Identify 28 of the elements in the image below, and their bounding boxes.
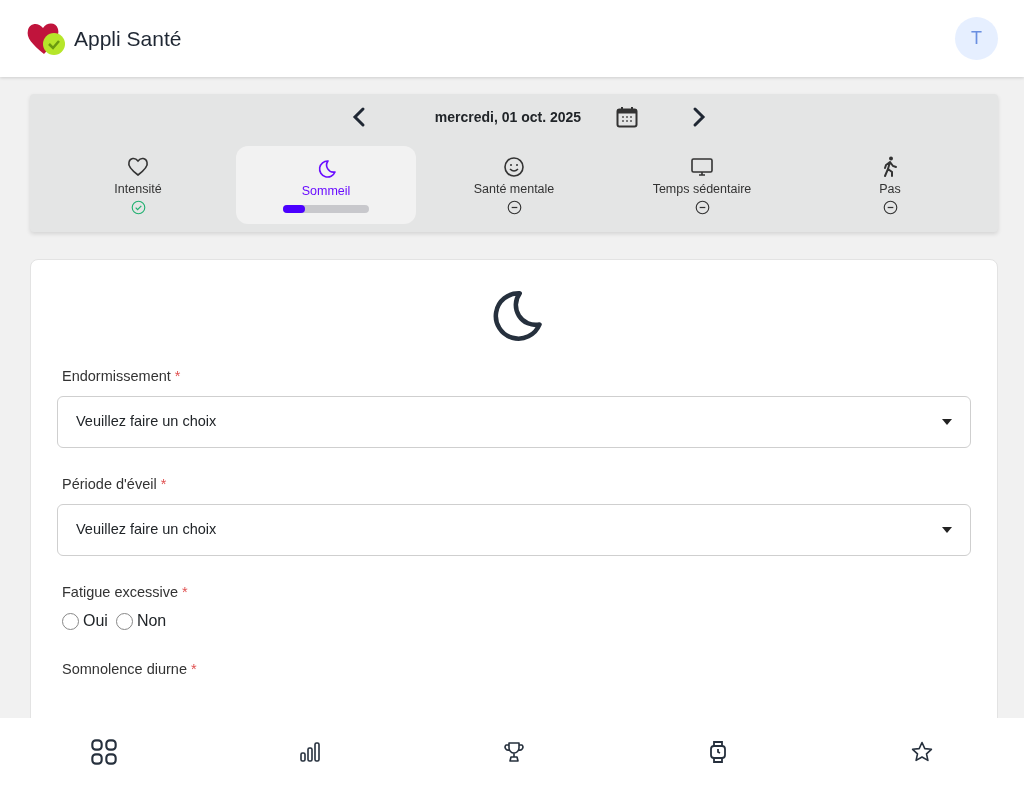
smiley-icon xyxy=(502,155,526,180)
required-asterisk: * xyxy=(174,367,181,386)
question-label: Fatigue excessive xyxy=(62,582,179,602)
category-tab[interactable]: Santé mentale xyxy=(424,146,604,224)
minus-circle-icon xyxy=(882,199,898,215)
radio-option[interactable]: Oui xyxy=(62,609,108,634)
required-asterisk: * xyxy=(160,474,167,494)
app-title: Appli Santé xyxy=(74,25,182,52)
date-label: mercredi, 01 oct. 2025 xyxy=(433,107,583,127)
question-label: Période d'éveil xyxy=(62,474,157,494)
category-tab[interactable]: Sommeil xyxy=(236,146,416,224)
select-field[interactable]: Veuillez faire un choix xyxy=(57,395,971,448)
question-label: Endormissement xyxy=(62,367,171,386)
calendar-button[interactable] xyxy=(614,104,640,130)
select-field[interactable]: Veuillez faire un choix xyxy=(57,503,971,556)
category-tab[interactable]: Pas xyxy=(800,146,980,224)
caret-icon xyxy=(942,526,952,533)
minus-circle-icon xyxy=(694,199,710,215)
caret-icon xyxy=(942,418,952,425)
category-tab[interactable]: Temps sédentaire xyxy=(612,146,792,224)
question-label: Somnolence diurne xyxy=(62,660,187,680)
required-asterisk: * xyxy=(190,660,197,680)
required-asterisk: * xyxy=(182,582,188,602)
logo-icon xyxy=(26,21,66,56)
minus-circle-icon xyxy=(506,199,522,215)
check-circle-icon xyxy=(130,199,146,215)
category-tab[interactable]: Intensité xyxy=(48,146,228,224)
radio-option[interactable]: Non xyxy=(115,609,167,634)
